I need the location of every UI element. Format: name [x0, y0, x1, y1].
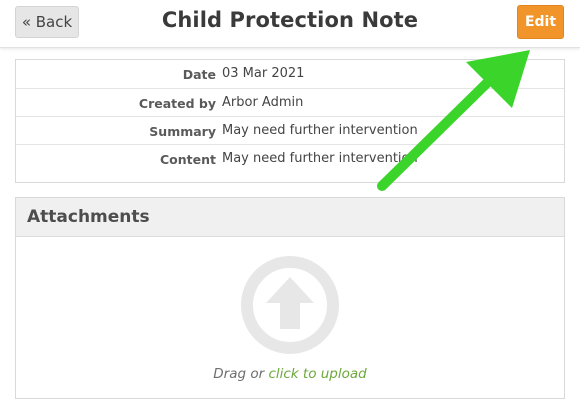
detail-label-content: Content [160, 152, 216, 167]
page-title: Child Protection Note [161, 8, 419, 32]
page-header: « Back Child Protection Note Edit [0, 0, 580, 48]
detail-row-summary: Summary May need further intervention [16, 116, 564, 144]
upload-instructions: Drag or click to upload [16, 366, 564, 382]
edit-button[interactable]: Edit [517, 5, 564, 39]
drag-text: Drag or [213, 366, 265, 382]
attachments-title: Attachments [27, 207, 150, 227]
detail-value-created-by: Arbor Admin [222, 95, 304, 110]
back-button[interactable]: « Back [15, 6, 79, 38]
upload-icon [241, 256, 339, 354]
note-details-panel: Date 03 Mar 2021 Created by Arbor Admin … [15, 59, 565, 183]
detail-value-date: 03 Mar 2021 [222, 66, 305, 81]
attachments-panel: Attachments Drag or click to upload [15, 197, 565, 399]
detail-value-content: May need further intervention [222, 151, 418, 166]
detail-value-summary: May need further intervention [222, 123, 418, 138]
detail-label-created-by: Created by [138, 96, 216, 111]
upload-link[interactable]: click to upload [268, 366, 366, 382]
attachments-header: Attachments [16, 198, 564, 237]
upload-dropzone[interactable]: Drag or click to upload [16, 238, 564, 398]
detail-label-date: Date [182, 67, 216, 82]
detail-row-content: Content May need further intervention [16, 144, 564, 172]
detail-row-created-by: Created by Arbor Admin [16, 88, 564, 116]
detail-label-summary: Summary [149, 124, 216, 139]
detail-row-date: Date 03 Mar 2021 [16, 60, 564, 88]
